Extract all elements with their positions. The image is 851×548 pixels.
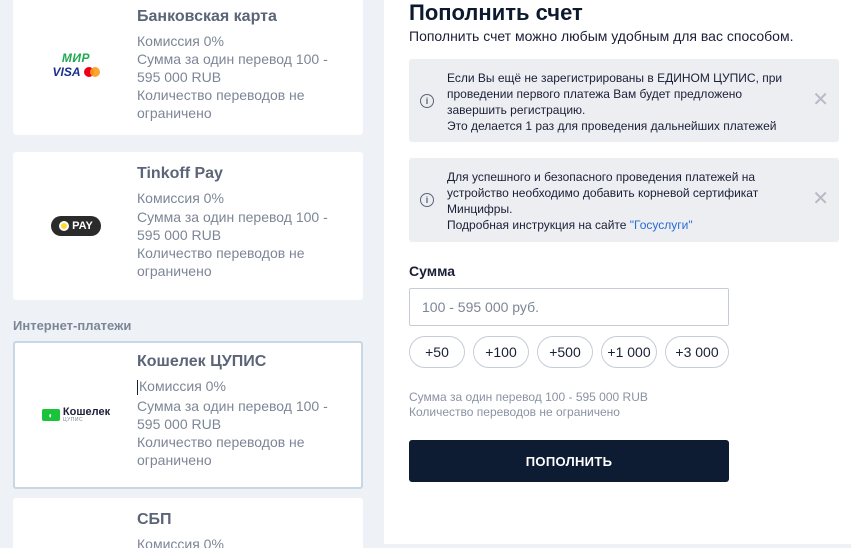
- method-limit-2: 595 000 RUB: [137, 227, 222, 243]
- top-up-button[interactable]: ПОПОЛНИТЬ: [409, 440, 729, 482]
- info-icon: i: [420, 193, 434, 207]
- mir-visa-mastercard-logo: МИР VISA: [15, 0, 137, 137]
- method-commission: Комиссия 0%: [137, 378, 226, 395]
- payment-methods-list: МИР VISA Банковская карта Комиссия 0% Су…: [0, 0, 384, 548]
- method-count-2: ограничено: [137, 105, 212, 121]
- section-label-internet-payments: Интернет-платежи: [13, 318, 132, 333]
- mastercard-icon: [83, 66, 100, 77]
- sum-input[interactable]: [409, 288, 729, 326]
- limit-hint: Сумма за один перевод 100 - 595 000 RUB: [409, 390, 648, 404]
- count-hint: Количество переводов не ограничено: [409, 405, 620, 419]
- gosuslugi-link[interactable]: "Госуслуги": [630, 218, 693, 232]
- text-cursor: [137, 379, 138, 395]
- method-limit-1: Сумма за один перевод 100 -: [137, 51, 328, 67]
- notice-text: Для успешного и безопасного проведения п…: [447, 170, 759, 232]
- certificate-notice: i Для успешного и безопасного проведения…: [409, 158, 839, 242]
- method-card-sbp[interactable]: СБП Комиссия 0%: [13, 498, 363, 548]
- method-limit-1: Сумма за один перевод 100 -: [137, 398, 328, 414]
- notice-text: Если Вы ещё не зарегистрированы в ЕДИНОМ…: [447, 71, 783, 133]
- method-count-1: Количество переводов не: [137, 87, 305, 103]
- method-count-1: Количество переводов не: [137, 245, 305, 261]
- method-commission: Комиссия 0%: [137, 33, 224, 49]
- top-up-panel: Пополнить счет Пополнить счет можно любы…: [384, 0, 851, 544]
- quick-amount-1000[interactable]: +1 000: [601, 336, 657, 368]
- page-subtitle: Пополнить счет можно любым удобным для в…: [409, 28, 794, 44]
- quick-amount-500[interactable]: +500: [537, 336, 593, 368]
- wallet-icon: ◐: [41, 409, 60, 421]
- method-count-2: ограничено: [137, 452, 212, 468]
- tinkoff-pay-logo: PAY: [15, 154, 137, 298]
- close-icon[interactable]: ✕: [812, 189, 829, 209]
- method-count-2: ограничено: [137, 263, 212, 279]
- method-card-wallet-cupis[interactable]: ◐ Кошелек ЦУПИС Кошелек ЦУПИС Комиссия 0…: [13, 341, 363, 489]
- method-limit-1: Сумма за один перевод 100 -: [137, 209, 328, 225]
- quick-amount-50[interactable]: +50: [409, 336, 465, 368]
- method-commission: Комиссия 0%: [137, 536, 224, 548]
- quick-amount-100[interactable]: +100: [473, 336, 529, 368]
- registration-notice: i Если Вы ещё не зарегистрированы в ЕДИН…: [409, 59, 839, 142]
- method-count-1: Количество переводов не: [137, 434, 305, 450]
- method-title: Банковская карта: [137, 8, 277, 25]
- quick-amount-3000[interactable]: +3 000: [665, 336, 729, 368]
- method-limit-2: 595 000 RUB: [137, 416, 222, 432]
- method-card-tinkoff-pay[interactable]: PAY Tinkoff Pay Комиссия 0% Сумма за оди…: [13, 152, 363, 300]
- wallet-cupis-logo: ◐ Кошелек ЦУПИС: [15, 343, 137, 487]
- sum-label: Сумма: [409, 263, 456, 279]
- tinkoff-shield-icon: [59, 221, 70, 231]
- method-title: Кошелек ЦУПИС: [137, 353, 267, 370]
- method-title: СБП: [137, 511, 172, 528]
- method-limit-2: 595 000 RUB: [137, 69, 222, 85]
- method-title: Tinkoff Pay: [137, 165, 223, 182]
- close-icon[interactable]: ✕: [812, 90, 829, 110]
- method-commission: Комиссия 0%: [137, 190, 224, 206]
- info-icon: i: [420, 94, 434, 108]
- method-card-bank-card[interactable]: МИР VISA Банковская карта Комиссия 0% Су…: [13, 0, 363, 135]
- page-title: Пополнить счет: [409, 0, 583, 25]
